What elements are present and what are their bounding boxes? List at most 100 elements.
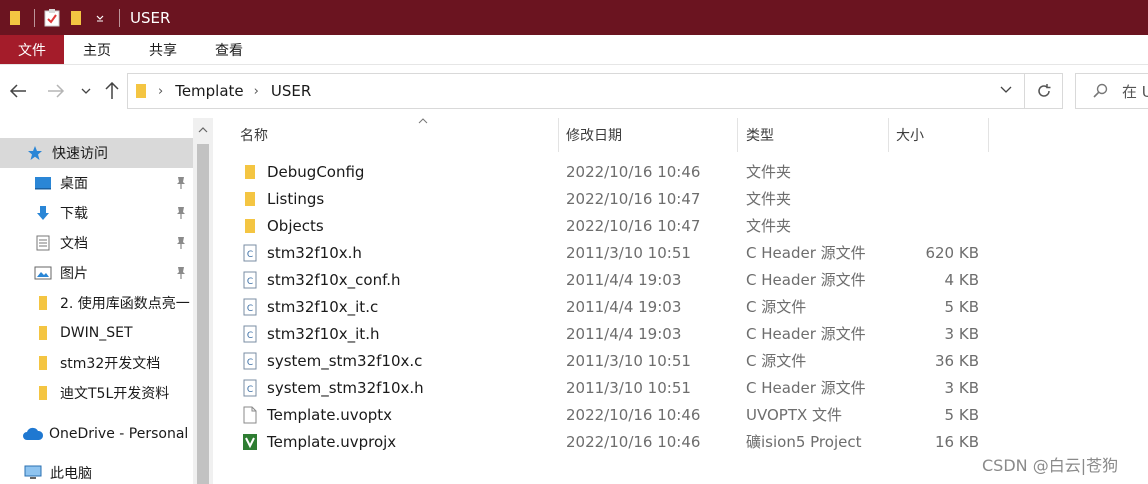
nav-item-folder[interactable]: 2. 使用库函数点亮一: [0, 288, 193, 318]
file-row[interactable]: Listings 2022/10/16 10:47 文件夹: [233, 185, 993, 212]
file-name: system_stm32f10x.c: [267, 351, 423, 370]
file-row[interactable]: Cstm32f10x_it.h 2011/4/4 19:03 C Header 源文…: [233, 320, 993, 347]
folder-icon: [34, 324, 52, 342]
column-divider[interactable]: [888, 118, 889, 152]
column-header-date[interactable]: 修改日期: [566, 118, 736, 152]
file-size: 36 KB: [935, 351, 979, 370]
file-type: C Header 源文件: [746, 379, 866, 397]
blank-file-icon: [241, 406, 259, 424]
svg-text:C: C: [247, 331, 253, 341]
column-divider[interactable]: [988, 118, 989, 152]
properties-icon[interactable]: [41, 7, 63, 29]
nav-item-label: 文档: [60, 236, 88, 252]
file-name-cell: Template.uvprojx: [241, 428, 396, 455]
column-header-size[interactable]: 大小: [896, 118, 986, 152]
up-arrow-icon[interactable]: [101, 80, 123, 102]
svg-text:C: C: [247, 358, 253, 368]
column-header-type[interactable]: 类型: [746, 118, 886, 152]
nav-item-pictures[interactable]: 图片: [0, 258, 193, 288]
file-name-cell: Listings: [241, 185, 324, 212]
quick-access-toolbar: [0, 0, 126, 35]
file-row[interactable]: Objects 2022/10/16 10:47 文件夹: [233, 212, 993, 239]
nav-item-label: OneDrive - Personal: [49, 426, 189, 442]
new-folder-icon[interactable]: [65, 7, 87, 29]
search-input[interactable]: 在 U: [1075, 73, 1148, 109]
column-divider[interactable]: [558, 118, 559, 152]
chevron-right-icon[interactable]: ›: [254, 84, 259, 99]
nav-item-folder[interactable]: 迪文T5L开发资料: [0, 378, 193, 408]
scroll-up-icon[interactable]: [193, 122, 213, 138]
nav-item-this-pc[interactable]: 此电脑: [0, 458, 193, 484]
pin-icon: [177, 237, 185, 249]
pin-icon: [177, 267, 185, 279]
file-type: C Header 源文件: [746, 271, 866, 289]
nav-item-label: DWIN_SET: [60, 325, 133, 341]
window-title: USER: [130, 8, 171, 27]
tab-file[interactable]: 文件: [0, 35, 64, 64]
file-row[interactable]: Template.uvoptx 2022/10/16 10:46 UVOPTX 文件…: [233, 401, 993, 428]
forward-arrow-icon[interactable]: [45, 80, 67, 102]
search-icon: [1093, 83, 1108, 98]
file-row[interactable]: Csystem_stm32f10x.h 2011/3/10 10:51 C Head…: [233, 374, 993, 401]
refresh-button[interactable]: [1025, 73, 1063, 109]
scrollbar-thumb[interactable]: [197, 144, 209, 484]
file-size: 5 KB: [944, 297, 979, 316]
file-row[interactable]: DebugConfig 2022/10/16 10:46 文件夹: [233, 158, 993, 185]
nav-item-documents[interactable]: 文档: [0, 228, 193, 258]
file-row[interactable]: Cstm32f10x_conf.h 2011/4/4 19:03 C Header …: [233, 266, 993, 293]
title-bar: USER: [0, 0, 1148, 35]
tab-home[interactable]: 主页: [64, 35, 130, 64]
nav-item-quick-access[interactable]: 快速访问: [0, 138, 193, 168]
file-name-cell: Csystem_stm32f10x.c: [241, 347, 422, 374]
nav-item-desktop[interactable]: 桌面: [0, 168, 193, 198]
file-row[interactable]: Cstm32f10x.h 2011/3/10 10:51 C Header 源文件 6…: [233, 239, 993, 266]
address-row: › Template › USER 在 U: [0, 66, 1148, 118]
file-row[interactable]: Cstm32f10x_it.c 2011/4/4 19:03 C 源文件 5 KB: [233, 293, 993, 320]
file-row[interactable]: Template.uvprojx 2022/10/16 10:46 礦ision5 …: [233, 428, 993, 455]
document-icon: [34, 234, 52, 252]
breadcrumb-item[interactable]: Template: [175, 82, 243, 100]
file-date: 2022/10/16 10:46: [566, 405, 701, 424]
tab-share[interactable]: 共享: [130, 35, 196, 64]
download-icon: [34, 204, 52, 222]
file-type: UVOPTX 文件: [746, 406, 843, 424]
column-divider[interactable]: [737, 118, 738, 152]
c-file-icon: C: [241, 244, 259, 262]
recent-locations-icon[interactable]: [75, 80, 97, 102]
column-header-name[interactable]: 名称: [240, 118, 557, 152]
folder-icon: [34, 294, 52, 312]
folder-icon: [241, 190, 259, 208]
file-date: 2022/10/16 10:46: [566, 162, 701, 181]
nav-item-onedrive[interactable]: OneDrive - Personal: [0, 419, 193, 449]
chevron-right-icon[interactable]: ›: [158, 84, 163, 99]
folder-icon: [34, 354, 52, 372]
ribbon-tabs: 文件 主页 共享 查看: [0, 35, 1148, 65]
column-header-label: 修改日期: [566, 128, 622, 144]
file-date: 2011/4/4 19:03: [566, 297, 682, 316]
file-row[interactable]: Csystem_stm32f10x.c 2011/3/10 10:51 C 源文件 3…: [233, 347, 993, 374]
file-name-cell: Cstm32f10x.h: [241, 239, 362, 266]
nav-item-downloads[interactable]: 下载: [0, 198, 193, 228]
file-name-cell: Cstm32f10x_conf.h: [241, 266, 401, 293]
star-icon: [26, 144, 44, 162]
file-name: Objects: [267, 216, 324, 235]
breadcrumb-item[interactable]: USER: [271, 82, 311, 100]
back-arrow-icon[interactable]: [7, 80, 29, 102]
file-type: 文件夹: [746, 163, 792, 181]
file-size: 4 KB: [944, 270, 979, 289]
svg-text:C: C: [247, 277, 253, 287]
address-bar[interactable]: › Template › USER: [127, 73, 1025, 109]
nav-item-folder[interactable]: stm32开发文档: [0, 348, 193, 378]
nav-item-label: stm32开发文档: [60, 356, 161, 372]
nav-scrollbar[interactable]: [193, 118, 213, 484]
folder-icon: [136, 83, 146, 99]
column-header-label: 名称: [240, 128, 268, 144]
tab-view[interactable]: 查看: [196, 35, 262, 64]
file-name: Template.uvprojx: [267, 432, 397, 451]
address-dropdown-icon[interactable]: [1000, 86, 1012, 94]
pictures-icon: [34, 264, 52, 282]
c-file-icon: C: [241, 352, 259, 370]
nav-item-folder[interactable]: DWIN_SET: [0, 318, 193, 348]
chevron-down-icon[interactable]: [89, 7, 111, 29]
file-size: [879, 212, 979, 239]
